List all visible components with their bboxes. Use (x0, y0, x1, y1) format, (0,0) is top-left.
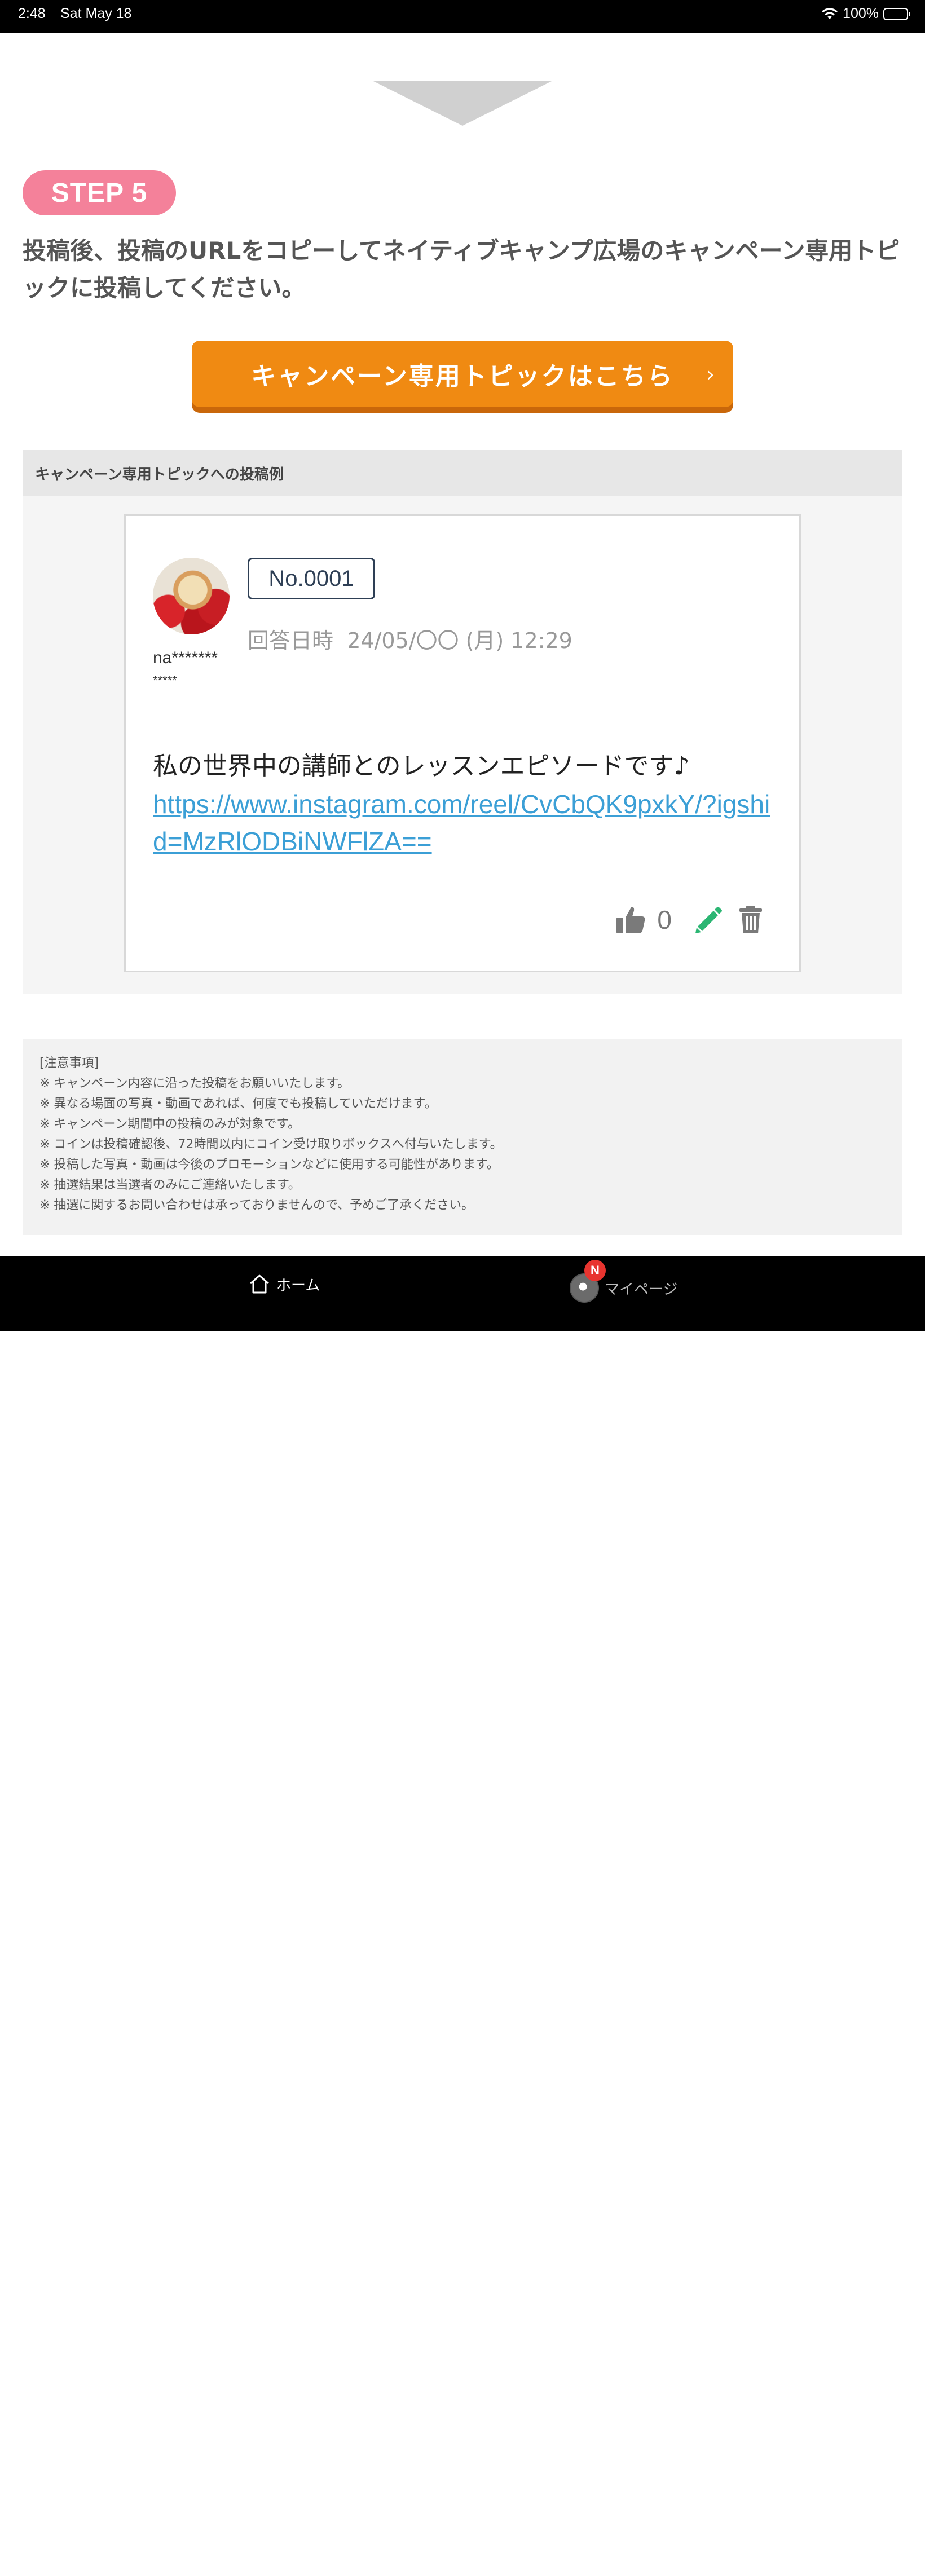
trash-icon (739, 906, 762, 933)
post-example-header: キャンペーン専用トピックへの投稿例 (23, 450, 902, 496)
post-text: 私の世界中の講師とのレッスンエピソードです♪ (153, 752, 690, 780)
example-post-card: na******* ***** No.0001 回答日時 24/05/〇〇 (月… (124, 514, 801, 972)
answered-datetime: 回答日時 24/05/〇〇 (月) 12:29 (248, 623, 572, 654)
home-indicator[interactable] (309, 2570, 616, 2576)
status-bar: 2:48 Sat May 18 100% (0, 0, 925, 33)
notes-section: [注意事項] ※ キャンペーン内容に沿った投稿をお願いいたします。 ※ 異なる場… (23, 1039, 902, 1235)
notes-title: [注意事項] (39, 1056, 99, 1070)
tab-mypage[interactable]: N マイページ (570, 1260, 678, 1303)
status-right: 100% (821, 6, 910, 22)
home-icon (250, 1274, 269, 1294)
step-instruction: 投稿後、投稿のURLをコピーしてネイティブキャンプ広場のキャンペーン専用トピック… (23, 237, 900, 302)
campaign-topic-button[interactable]: キャンペーン専用トピックはこちら › (192, 341, 733, 407)
like-count: 0 (657, 905, 672, 934)
status-date: Sat May 18 (60, 6, 132, 21)
thumbs-up-icon (616, 907, 645, 933)
user-avatar (153, 558, 230, 634)
answered-label: 回答日時 (248, 628, 334, 653)
note-item: ※ 抽選に関するお問い合わせは承っておりませんので、予めご了承ください。 (39, 1198, 474, 1212)
note-item: ※ 異なる場面の写真・動画であれば、何度でも投稿していただけます。 (39, 1097, 437, 1111)
post-link: https://www.instagram.com/reel/CvCbQK9px… (153, 789, 770, 856)
tab-mypage-label: マイページ (605, 1281, 678, 1298)
notification-badge: N (584, 1260, 606, 1281)
mypage-avatar: N (570, 1260, 606, 1303)
tab-home[interactable]: ホーム (248, 1273, 320, 1295)
down-arrow-icon (372, 81, 553, 126)
note-item: ※ 投稿した写真・動画は今後のプロモーションなどに使用する可能性があります。 (39, 1158, 499, 1172)
note-item: ※ コインは投稿確認後、72時間以内にコイン受け取りボックスへ付与いたします。 (39, 1137, 503, 1152)
note-item: ※ キャンペーン内容に沿った投稿をお願いいたします。 (39, 1077, 350, 1091)
note-item: ※ 抽選結果は当選者のみにご連絡いたします。 (39, 1178, 301, 1192)
username-line-2: ***** (153, 673, 177, 687)
post-number-badge: No.0001 (248, 558, 375, 599)
campaign-topic-button-label: キャンペーン専用トピックはこちら (251, 362, 674, 391)
post-example-section: キャンペーン専用トピックへの投稿例 na******* ***** No.000… (23, 450, 902, 994)
battery-icon (883, 7, 910, 20)
status-time: 2:48 (18, 6, 46, 21)
wifi-icon (822, 7, 838, 19)
bottom-tab-bar: ホーム N マイページ (0, 1256, 925, 2576)
post-actions: 0 (615, 904, 767, 936)
answered-time: 24/05/〇〇 (月) 12:29 (347, 628, 572, 653)
username: na******* ***** (153, 647, 218, 692)
note-item: ※ キャンペーン期間中の投稿のみが対象です。 (39, 1117, 301, 1131)
pencil-icon (695, 907, 722, 933)
step-badge: STEP 5 (23, 170, 176, 215)
battery-percent: 100% (843, 6, 879, 21)
chevron-right-icon: › (706, 363, 716, 386)
username-line-1: na******* (153, 649, 218, 667)
tab-home-label: ホーム (276, 1277, 320, 1294)
